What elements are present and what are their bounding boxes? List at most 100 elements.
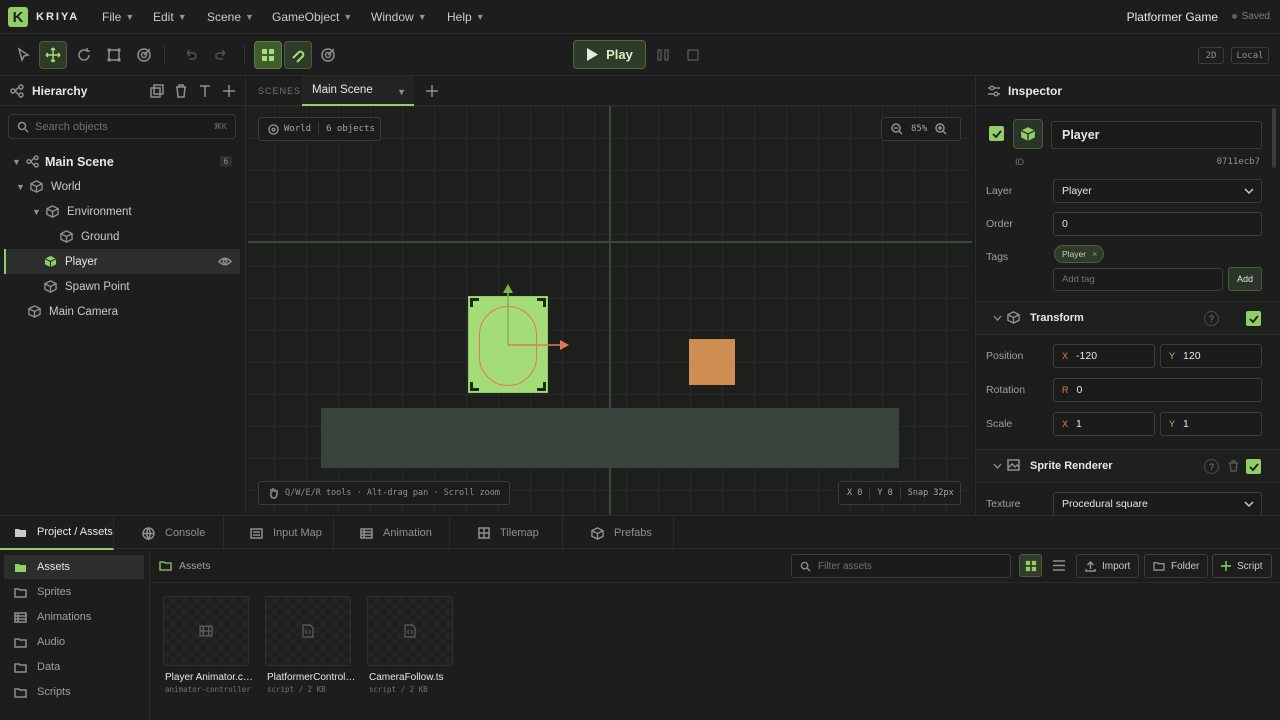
import-button[interactable]: Import (1076, 554, 1140, 578)
scale-tool-button[interactable] (100, 41, 128, 69)
list-view-icon[interactable] (1053, 560, 1065, 571)
gizmo-toggle-button[interactable] (314, 41, 342, 69)
move-gizmo[interactable] (498, 281, 573, 351)
chevron-down-icon (1244, 501, 1254, 508)
tab-input-map[interactable]: Input Map (224, 516, 334, 550)
filter-assets-input[interactable]: Filter assets (791, 554, 1011, 578)
resize-handle-bl[interactable] (470, 382, 479, 391)
snap-toggle-button[interactable] (284, 41, 312, 69)
help-icon[interactable]: ? (1204, 311, 1219, 326)
tab-animation[interactable]: Animation (334, 516, 450, 550)
axis-y-label: Y (1169, 351, 1176, 361)
breadcrumb[interactable]: Assets (179, 560, 211, 572)
tab-project-assets[interactable]: Project / Assets (0, 516, 114, 550)
zoom-in-icon[interactable] (935, 123, 947, 135)
hierarchy-search-input[interactable]: Search objects ⌘K (8, 114, 236, 139)
plus-icon[interactable] (222, 84, 236, 98)
world-chip[interactable]: World 6 objects (258, 117, 381, 141)
tab-prefabs[interactable]: Prefabs (563, 516, 674, 550)
asset-thumbnail[interactable] (367, 596, 453, 666)
tree-item-ground[interactable]: Ground (0, 224, 240, 249)
add-tag-input[interactable]: Add tag (1053, 268, 1223, 291)
stop-button[interactable] (679, 41, 707, 69)
transform-enabled-checkbox[interactable] (1246, 311, 1261, 326)
resize-handle-tl[interactable] (470, 298, 479, 307)
rename-icon[interactable] (198, 84, 212, 98)
order-input[interactable]: 0 (1053, 212, 1262, 236)
eye-icon[interactable] (218, 256, 232, 267)
new-folder-button[interactable]: Folder (1144, 554, 1209, 578)
menu-scene[interactable]: Scene ▼ (207, 10, 254, 24)
folder-assets[interactable]: Assets (4, 555, 144, 579)
folder-animations[interactable]: Animations (4, 605, 144, 629)
tree-item-world[interactable]: ▼ World (0, 174, 240, 199)
tab-main-scene[interactable]: Main Scene ▼ (302, 76, 414, 106)
pause-button[interactable] (649, 41, 677, 69)
rotate-tool-button[interactable] (70, 41, 98, 69)
view-mode-toggle[interactable]: 2D (1198, 47, 1224, 64)
select-tool-button[interactable] (10, 41, 38, 69)
tree-item-player[interactable]: Player (4, 249, 240, 274)
tab-console[interactable]: Console (114, 516, 224, 550)
object-name-input[interactable]: Player (1051, 121, 1262, 149)
texture-select[interactable]: Procedural square (1053, 492, 1262, 515)
help-icon[interactable]: ? (1204, 459, 1219, 474)
inspector-scrollbar[interactable] (1272, 108, 1276, 168)
tree-item-spawn-point[interactable]: Spawn Point (0, 274, 240, 299)
redo-button[interactable] (207, 41, 235, 69)
chevron-down-icon[interactable] (993, 463, 1002, 469)
tab-tilemap[interactable]: Tilemap (450, 516, 563, 550)
sprite-renderer-section-header[interactable]: Sprite Renderer ? (976, 449, 1280, 483)
add-scene-icon[interactable] (426, 85, 438, 97)
tree-item-main-scene[interactable]: ▼ Main Scene 6 (0, 149, 240, 174)
transform-section-header[interactable]: Transform ? (976, 301, 1280, 335)
folder-data[interactable]: Data (4, 655, 144, 679)
rotation-input[interactable]: R0 (1053, 378, 1262, 402)
play-button[interactable]: Play (573, 40, 646, 69)
tree-item-environment[interactable]: ▼ Environment (0, 199, 240, 224)
layer-select[interactable]: Player (1053, 179, 1262, 203)
chevron-down-icon[interactable]: ▼ (12, 157, 22, 167)
rect-tool-button[interactable] (130, 41, 158, 69)
tree-item-main-camera[interactable]: Main Camera (0, 299, 240, 324)
position-y-input[interactable]: Y 120 (1160, 344, 1262, 368)
undo-button[interactable] (177, 41, 205, 69)
chevron-down-icon[interactable]: ▼ (32, 207, 42, 217)
asset-thumbnail[interactable] (163, 596, 249, 666)
tag-chip[interactable]: Player × (1054, 245, 1105, 263)
cube-icon (30, 180, 43, 193)
chevron-down-icon[interactable]: ▼ (16, 182, 26, 192)
scale-x-input[interactable]: X1 (1053, 412, 1155, 436)
folder-scripts[interactable]: Scripts (4, 680, 144, 704)
chevron-down-icon[interactable]: ▼ (397, 87, 406, 97)
menu-window[interactable]: Window ▼ (371, 10, 427, 24)
duplicate-icon[interactable] (150, 84, 164, 98)
zoom-out-icon[interactable] (891, 123, 903, 135)
folder-audio[interactable]: Audio (4, 630, 144, 654)
space-mode-toggle[interactable]: Local (1231, 47, 1269, 64)
chevron-down-icon[interactable] (993, 315, 1002, 321)
menu-help[interactable]: Help ▼ (447, 10, 485, 24)
scene-viewport[interactable]: World 6 objects 85% Q/W/E/R tools · Alt-… (248, 106, 972, 515)
move-tool-button[interactable] (39, 41, 67, 69)
delete-icon[interactable] (174, 84, 188, 98)
position-x-input[interactable]: X -120 (1053, 344, 1155, 368)
menu-edit[interactable]: Edit ▼ (153, 10, 187, 24)
add-tag-button[interactable]: Add (1228, 267, 1262, 291)
spawn-point-sprite[interactable] (689, 339, 735, 385)
tree-item-label: Main Scene (45, 154, 114, 169)
scale-y-input[interactable]: Y1 (1160, 412, 1262, 436)
new-script-button[interactable]: Script (1212, 554, 1272, 578)
menu-file[interactable]: File ▼ (102, 10, 134, 24)
grid-view-button[interactable] (1019, 554, 1042, 577)
resize-handle-br[interactable] (537, 382, 546, 391)
grid-toggle-button[interactable] (254, 41, 282, 69)
sprite-renderer-enabled-checkbox[interactable] (1246, 459, 1261, 474)
menu-gameobject[interactable]: GameObject ▼ (272, 10, 352, 24)
folder-sprites[interactable]: Sprites (4, 580, 144, 604)
remove-tag-icon[interactable]: × (1092, 249, 1097, 259)
asset-thumbnail[interactable] (265, 596, 351, 666)
ground-sprite[interactable] (321, 408, 899, 468)
active-checkbox[interactable] (989, 126, 1004, 141)
trash-icon[interactable] (1228, 460, 1239, 472)
